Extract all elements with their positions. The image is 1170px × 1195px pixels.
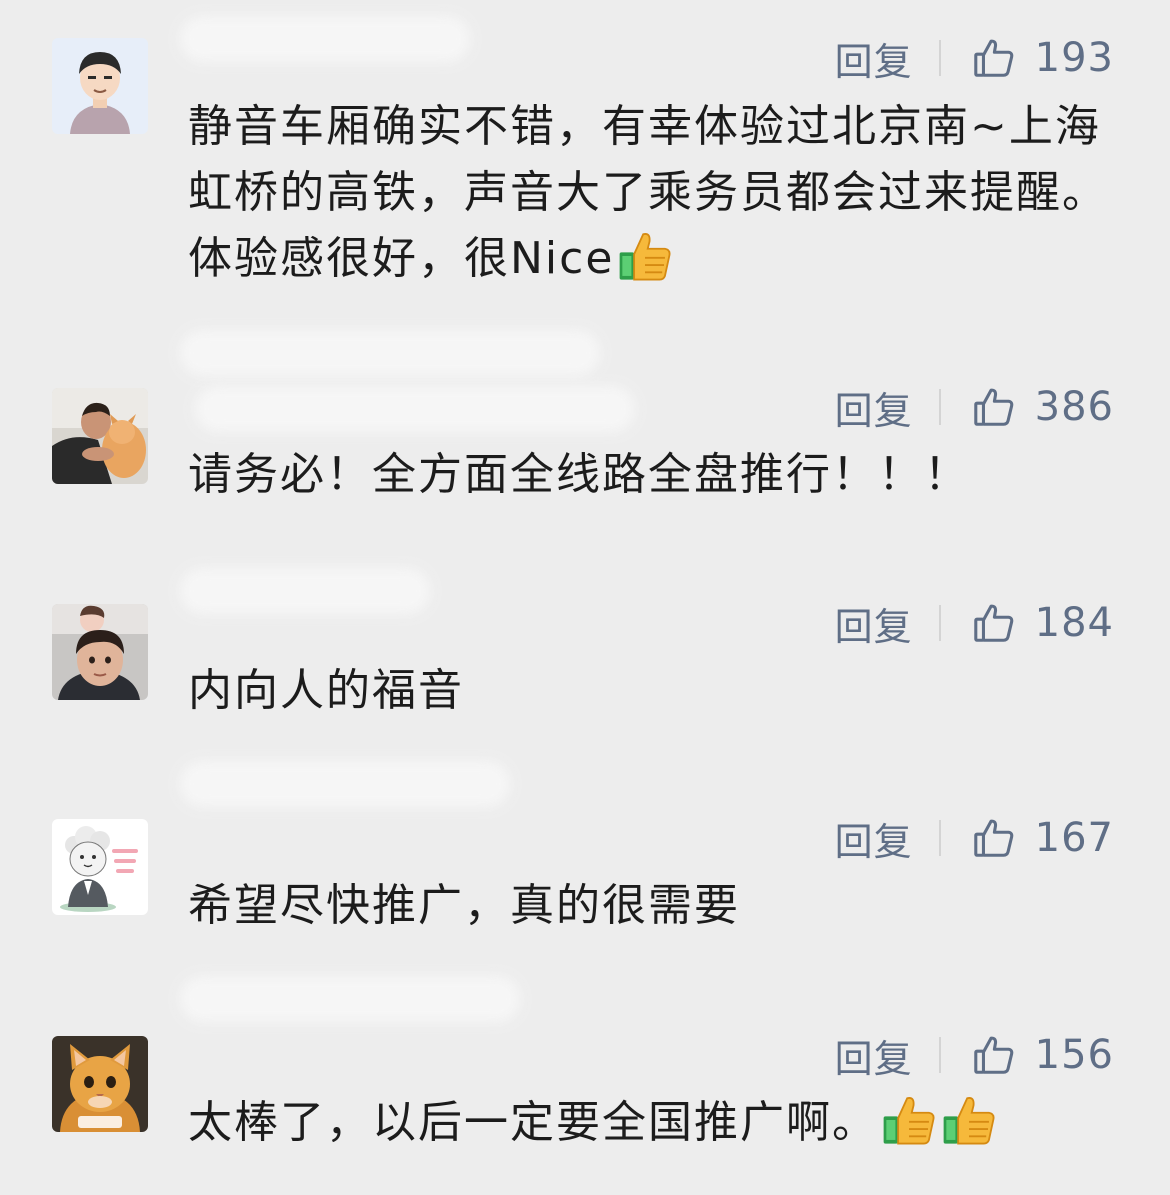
comment-actions: 回复 193	[835, 28, 1114, 88]
action-divider	[938, 605, 941, 641]
thumbs-up-emoji-icon	[883, 1097, 935, 1145]
thumbs-up-outline-icon	[973, 604, 1013, 642]
comment-text: 请务必！全方面全线路全盘推行！！！	[188, 449, 970, 500]
selfie-avatar[interactable]	[52, 604, 148, 700]
thumbs-up-outline-icon	[973, 819, 1013, 857]
comment-text-wrap: 静音车厢确实不错，有幸体验过北京南~上海虹桥的高铁，声音大了乘务员都会过来提醒。…	[188, 94, 1118, 292]
like-button[interactable]: 386	[971, 384, 1114, 430]
comment-actions: 回复 184	[835, 593, 1114, 653]
comment-text-wrap: 希望尽快推广，真的很需要	[188, 873, 1118, 939]
orange-cat-avatar[interactable]	[52, 1036, 148, 1132]
reply-button[interactable]: 回复	[835, 380, 939, 435]
like-count: 156	[1034, 1032, 1114, 1078]
username-blurred	[180, 330, 600, 376]
like-count: 193	[1034, 35, 1114, 81]
like-count: 184	[1034, 600, 1114, 646]
cartoon-man-avatar[interactable]	[52, 38, 148, 134]
username-blurred	[180, 16, 470, 62]
thumbs-up-outline-icon	[973, 1036, 1013, 1074]
thumbs-up-emoji-icon	[943, 1097, 995, 1145]
comment-text-wrap: 内向人的福音	[188, 658, 1118, 724]
cartoon-sheep-avatar[interactable]	[52, 819, 148, 915]
like-button[interactable]: 167	[971, 815, 1114, 861]
username-blurred	[180, 761, 510, 807]
comment-item: 回复 193 静音车厢确实不错，有幸体验过北京南~上海虹桥的高铁，声音大了乘务员…	[0, 0, 1170, 330]
comment-text: 内向人的福音	[188, 665, 464, 716]
like-count: 167	[1034, 815, 1114, 861]
comment-item: 回复 386 请务必！全方面全线路全盘推行！！！	[0, 330, 1170, 560]
action-divider	[938, 40, 941, 76]
comment-actions: 回复 167	[835, 808, 1114, 868]
action-divider	[938, 389, 941, 425]
comment-item: 回复 156 太棒了，以后一定要全国推广啊。	[0, 976, 1170, 1195]
comment-actions: 回复 156	[835, 1025, 1114, 1085]
like-button[interactable]: 184	[971, 600, 1114, 646]
reply-button[interactable]: 回复	[835, 31, 939, 86]
comment-text: 太棒了，以后一定要全国推广啊。	[188, 1097, 878, 1148]
like-button[interactable]: 156	[971, 1032, 1114, 1078]
reply-button[interactable]: 回复	[835, 596, 939, 651]
username-blurred	[195, 386, 635, 432]
reply-button[interactable]: 回复	[835, 1028, 939, 1083]
comment-text-wrap: 太棒了，以后一定要全国推广啊。	[188, 1090, 1118, 1156]
like-button[interactable]: 193	[971, 35, 1114, 81]
comment-actions: 回复 386	[835, 377, 1114, 437]
thumbs-up-outline-icon	[973, 388, 1013, 426]
thumbs-up-outline-icon	[973, 39, 1013, 77]
username-blurred	[180, 568, 430, 614]
man-with-cat-avatar[interactable]	[52, 388, 148, 484]
reply-button[interactable]: 回复	[835, 811, 939, 866]
comment-text: 希望尽快推广，真的很需要	[188, 880, 740, 931]
like-count: 386	[1034, 384, 1114, 430]
username-blurred	[180, 976, 520, 1022]
action-divider	[938, 820, 941, 856]
comment-item: 回复 184 内向人的福音	[0, 560, 1170, 775]
comment-item: 回复 167 希望尽快推广，真的很需要	[0, 761, 1170, 990]
comment-text-wrap: 请务必！全方面全线路全盘推行！！！	[188, 442, 1118, 508]
thumbs-up-emoji-icon	[620, 233, 671, 281]
action-divider	[938, 1037, 941, 1073]
